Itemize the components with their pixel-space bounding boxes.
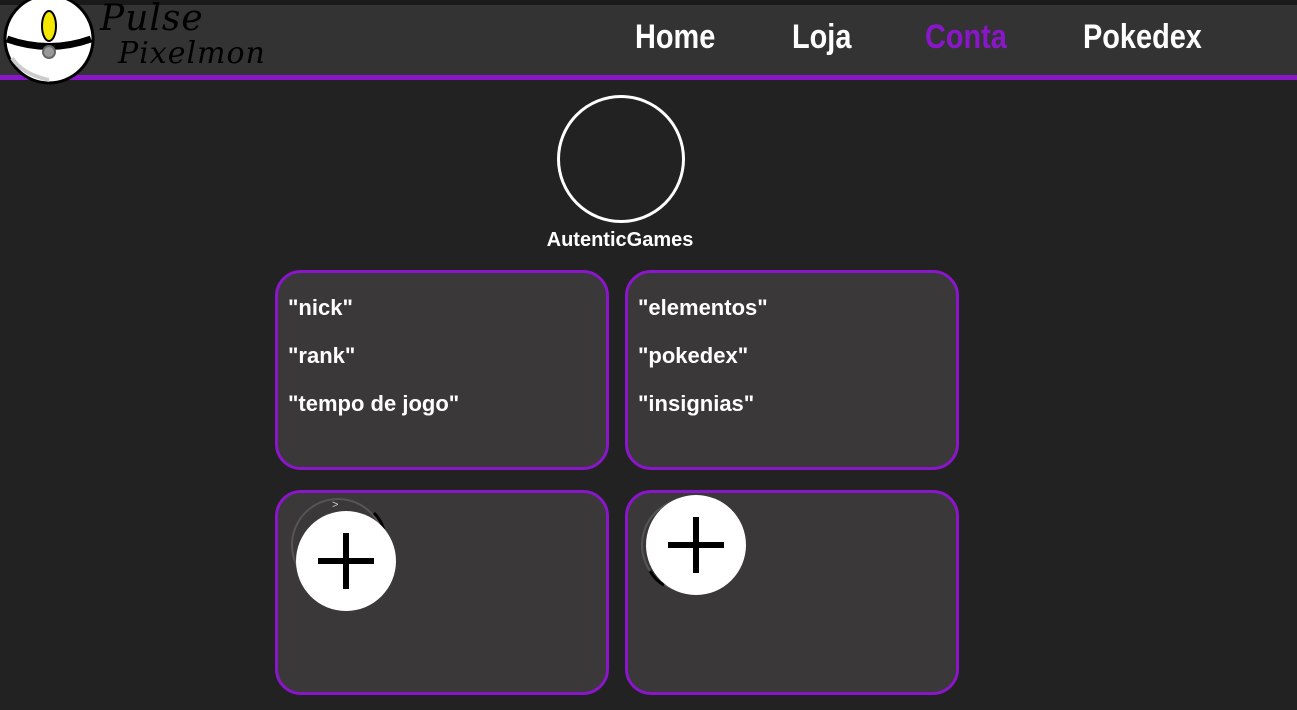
card-line-playtime: "tempo de jogo" — [288, 391, 460, 416]
add-slot-right — [636, 493, 756, 613]
avatar[interactable] — [557, 95, 685, 223]
card-line-pokedex: "pokedex" — [638, 343, 749, 368]
add-slot-left: > — [286, 493, 406, 613]
pokeball-icon[interactable] — [2, 0, 96, 86]
player-stats-card: "elementos" "pokedex" "insignias" — [625, 270, 959, 470]
arrow-glyph: > — [332, 499, 338, 511]
nav-conta[interactable]: Conta — [925, 18, 1007, 57]
card-line-badges: "insignias" — [638, 391, 755, 416]
pokemon-slot-card-left: > — [275, 490, 609, 695]
plus-icon — [668, 517, 724, 573]
add-pokemon-button-left[interactable] — [296, 511, 396, 611]
nav-pokedex[interactable]: Pokedex — [1083, 18, 1202, 57]
add-pokemon-button-right[interactable] — [646, 495, 746, 595]
player-info-card: "nick" "rank" "tempo de jogo" — [275, 270, 609, 470]
card-line-elements: "elementos" — [638, 295, 768, 320]
header-accent-line — [0, 75, 1297, 80]
nav-home[interactable]: Home — [635, 18, 715, 57]
brand-name-line1: Pulse — [100, 0, 204, 39]
card-line-nick: "nick" — [288, 295, 353, 320]
nav-loja[interactable]: Loja — [792, 18, 851, 57]
card-line-rank: "rank" — [288, 343, 356, 368]
brand-name-line2: Pixelmon — [118, 36, 266, 71]
plus-icon — [318, 533, 374, 589]
username: AutenticGames — [546, 229, 694, 251]
pokemon-slot-card-right — [625, 490, 959, 695]
